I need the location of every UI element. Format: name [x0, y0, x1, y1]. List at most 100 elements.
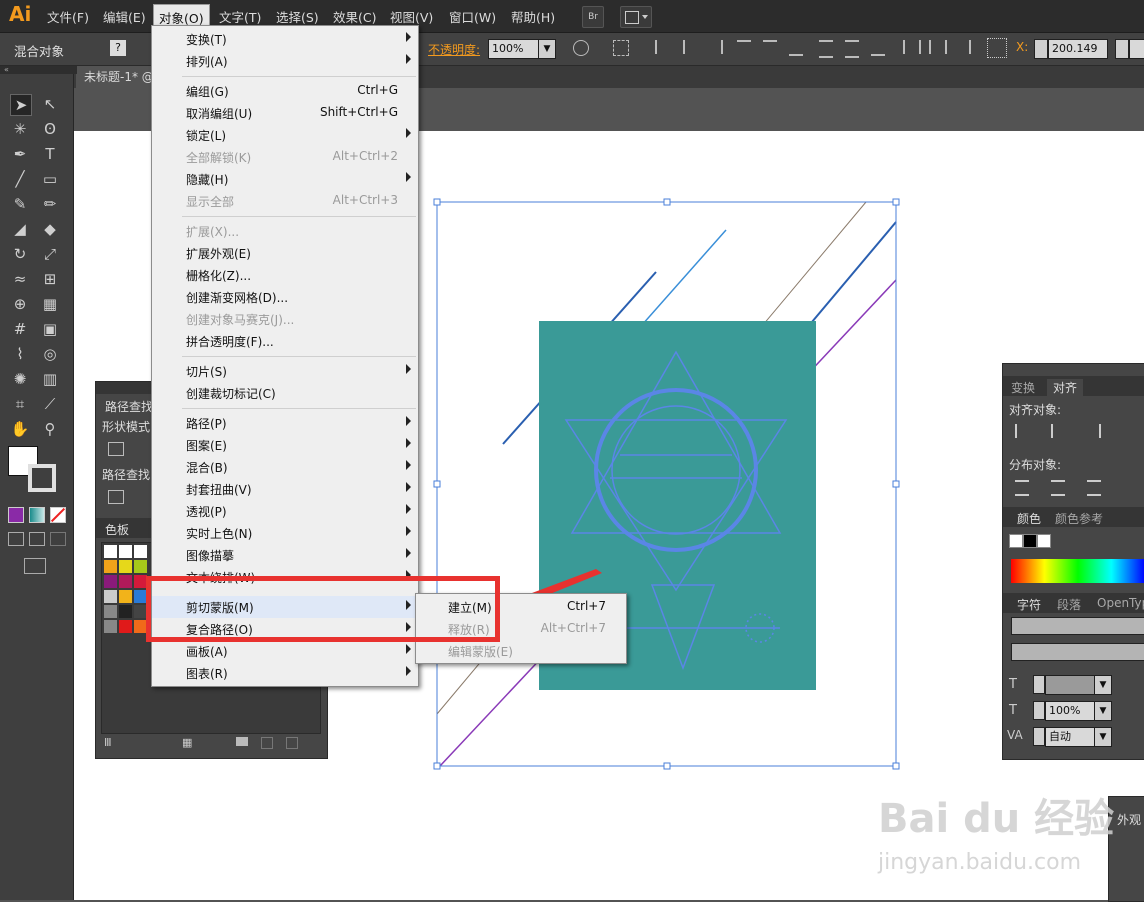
menu-item-label: 编组(G): [186, 85, 229, 99]
none-color-icon[interactable]: [1009, 534, 1023, 548]
resize-handle[interactable]: [892, 762, 900, 770]
menu-item-hide[interactable]: 隐藏(H): [152, 168, 418, 190]
swatch[interactable]: [104, 560, 117, 573]
menu-item-pattern[interactable]: 图案(E): [152, 434, 418, 456]
tracking-input[interactable]: 自动: [1045, 727, 1096, 747]
white-color-icon[interactable]: [1037, 534, 1051, 548]
color-guide-tab[interactable]: 颜色参考: [1055, 510, 1103, 527]
swatch[interactable]: [119, 620, 132, 633]
menu-item-shortcut: Ctrl+G: [357, 83, 398, 97]
menu-item-transform[interactable]: 变换(T): [152, 28, 418, 50]
menu-item-create-object-mosaic: 创建对象马赛克(J)...: [152, 308, 418, 330]
swatch[interactable]: [119, 605, 132, 618]
menu-item-shortcut: Alt+Ctrl+3: [332, 193, 398, 207]
new-swatch-icon[interactable]: [261, 737, 273, 749]
submenu-arrow-icon: [406, 548, 411, 558]
swatch-registration[interactable]: [119, 545, 132, 558]
swatch-none[interactable]: [104, 545, 117, 558]
align-right-icon[interactable]: [1087, 424, 1101, 438]
font-size-input[interactable]: [1045, 675, 1096, 695]
resize-handle[interactable]: [433, 480, 441, 488]
swatches-tab[interactable]: 色板: [105, 521, 129, 538]
menu-item-lock[interactable]: 锁定(L): [152, 124, 418, 146]
menu-item-live-paint[interactable]: 实时上色(N): [152, 522, 418, 544]
leading-input[interactable]: 100%: [1045, 701, 1096, 721]
align-tab[interactable]: 对齐: [1047, 379, 1084, 396]
character-tab[interactable]: 字符: [1017, 596, 1041, 613]
menu-item-create-trim-marks[interactable]: 创建裁切标记(C): [152, 382, 418, 404]
menu-item-artboards[interactable]: 画板(A): [152, 640, 418, 662]
menu-item-envelope-distort[interactable]: 封套扭曲(V): [152, 478, 418, 500]
swatch[interactable]: [119, 560, 132, 573]
submenu-arrow-icon: [406, 644, 411, 654]
menu-item-label: 排列(A): [186, 55, 228, 69]
leading-stepper[interactable]: [1033, 701, 1045, 720]
swatch[interactable]: [119, 575, 132, 588]
leading-dropdown[interactable]: ▼: [1094, 701, 1112, 721]
swatch[interactable]: [104, 575, 117, 588]
distribute-objects-label: 分布对象:: [1009, 458, 1062, 472]
transform-tab[interactable]: 变换: [1011, 379, 1035, 396]
swatch[interactable]: [134, 560, 147, 573]
swatch-folder[interactable]: [104, 620, 117, 633]
resize-handle[interactable]: [892, 198, 900, 206]
align-hcenter-icon[interactable]: [1051, 424, 1065, 438]
tracking-stepper[interactable]: [1033, 727, 1045, 746]
color-spectrum[interactable]: [1011, 559, 1144, 583]
menu-item-perspective[interactable]: 透视(P): [152, 500, 418, 522]
tracking-dropdown[interactable]: ▼: [1094, 727, 1112, 747]
submenu-arrow-icon: [406, 504, 411, 514]
menu-item-slice[interactable]: 切片(S): [152, 360, 418, 382]
font-family-dropdown[interactable]: [1011, 617, 1144, 635]
appearance-tab[interactable]: 外观: [1117, 811, 1141, 828]
color-tab[interactable]: 颜色: [1017, 510, 1041, 527]
distribute-bottom-icon[interactable]: [1087, 480, 1101, 496]
opentype-tab[interactable]: OpenTyp: [1097, 596, 1144, 610]
submenu-arrow-icon: [406, 666, 411, 676]
menu-item-flatten-transparency[interactable]: 拼合透明度(F)...: [152, 330, 418, 352]
font-size-dropdown[interactable]: ▼: [1094, 675, 1112, 695]
menu-item-label: 编辑蒙版(E): [448, 645, 513, 659]
resize-handle[interactable]: [663, 762, 671, 770]
menu-item-create-gradient-mesh[interactable]: 创建渐变网格(D)...: [152, 286, 418, 308]
trash-icon[interactable]: [286, 737, 298, 749]
tracking-icon: VA: [1007, 728, 1023, 742]
font-size-stepper[interactable]: [1033, 675, 1045, 694]
swatch[interactable]: [104, 590, 117, 603]
resize-handle[interactable]: [433, 198, 441, 206]
menu-item-group[interactable]: 编组(G) Ctrl+G: [152, 80, 418, 102]
submenu-arrow-icon: [406, 482, 411, 492]
menu-item-ungroup[interactable]: 取消编组(U) Shift+Ctrl+G: [152, 102, 418, 124]
black-color-icon[interactable]: [1023, 534, 1037, 548]
menu-item-image-trace[interactable]: 图像描摹: [152, 544, 418, 566]
swatch-white[interactable]: [134, 545, 147, 558]
distribute-vcenter-icon[interactable]: [1051, 480, 1065, 496]
leading-icon: T: [1009, 703, 1017, 718]
menu-item-blend[interactable]: 混合(B): [152, 456, 418, 478]
submenu-arrow-icon: [406, 526, 411, 536]
font-style-dropdown[interactable]: [1011, 643, 1144, 661]
unite-icon[interactable]: [108, 442, 124, 456]
resize-handle[interactable]: [892, 480, 900, 488]
distribute-top-icon[interactable]: [1015, 480, 1029, 496]
resize-handle[interactable]: [663, 198, 671, 206]
divide-icon[interactable]: [108, 490, 124, 504]
paragraph-tab[interactable]: 段落: [1057, 596, 1081, 613]
menu-item-graph[interactable]: 图表(R): [152, 662, 418, 684]
menu-item-arrange[interactable]: 排列(A): [152, 50, 418, 72]
menu-item-show-all: 显示全部 Alt+Ctrl+3: [152, 190, 418, 212]
menu-item-expand-appearance[interactable]: 扩展外观(E): [152, 242, 418, 264]
swatch[interactable]: [119, 590, 132, 603]
align-left-icon[interactable]: [1015, 424, 1029, 438]
show-swatch-kinds-icon[interactable]: ▦: [182, 736, 192, 749]
new-color-group-icon[interactable]: [236, 737, 248, 746]
swatch-folder[interactable]: [104, 605, 117, 618]
menu-separator: [182, 76, 416, 77]
swatch-libraries-icon[interactable]: Ⅲ: [104, 736, 112, 749]
menu-item-label: 创建裁切标记(C): [186, 387, 276, 401]
menu-item-rasterize[interactable]: 栅格化(Z)...: [152, 264, 418, 286]
menu-item-label: 创建渐变网格(D)...: [186, 291, 289, 305]
resize-handle[interactable]: [433, 762, 441, 770]
pathfinder-tab[interactable]: 路径查找: [105, 398, 153, 415]
menu-item-path[interactable]: 路径(P): [152, 412, 418, 434]
